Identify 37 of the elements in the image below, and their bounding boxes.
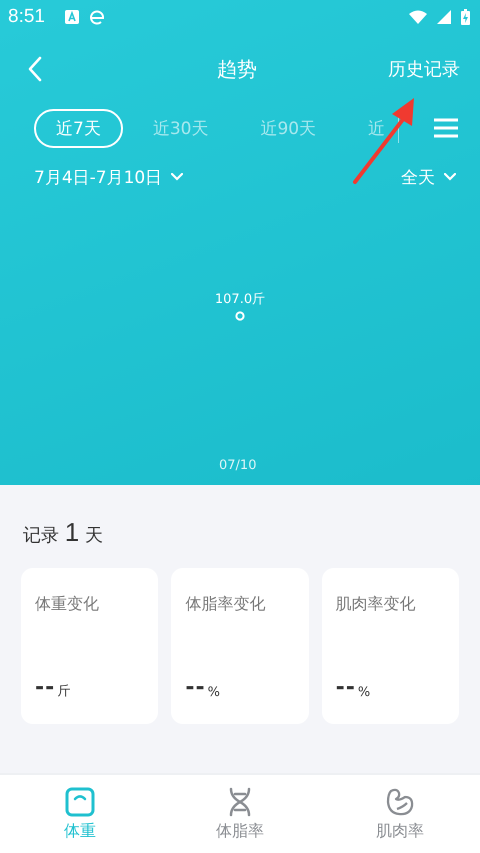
signal-icon	[437, 10, 451, 24]
app-notification-icon	[64, 10, 79, 24]
unit-label: %	[208, 685, 220, 700]
card-title: 体脂率变化	[185, 594, 266, 615]
record-summary: 记录 1 天	[23, 517, 104, 548]
data-label: 107.0斤	[214, 291, 266, 308]
nav-tab[interactable]: 肌肉率	[320, 775, 480, 853]
nav-tab[interactable]: 体脂率	[160, 775, 320, 853]
range-tab[interactable]: 近90天	[238, 108, 338, 148]
axis-label: 07/10	[219, 458, 256, 473]
back-button[interactable]	[28, 56, 42, 82]
range-tab[interactable]: 近7天	[34, 108, 123, 148]
status-time: 8:51	[8, 6, 45, 28]
scale-icon	[65, 786, 95, 816]
browser-notification-icon	[88, 9, 105, 25]
muscle-arm-icon	[385, 786, 415, 816]
battery-icon	[461, 9, 470, 25]
back-icon	[28, 56, 42, 82]
history-link[interactable]: 历史记录	[388, 57, 460, 81]
unit-label: %	[358, 685, 370, 700]
unit-label: 斤	[57, 683, 70, 700]
menu-icon[interactable]	[434, 118, 458, 138]
caret-icon	[444, 173, 456, 181]
data-point-icon	[235, 311, 245, 321]
page-title: 趋势	[217, 56, 257, 82]
date-range-dropdown[interactable]: 7月4日-7月10日	[34, 166, 184, 188]
range-tab[interactable]: 近	[346, 108, 398, 148]
stat-value: --	[35, 675, 56, 700]
stat-value: --	[185, 675, 206, 700]
card-title: 体重变化	[35, 594, 100, 615]
stat-value: --	[336, 675, 356, 700]
card-title: 肌肉率变化	[336, 594, 417, 615]
wifi-icon	[409, 10, 427, 24]
caret-icon	[171, 173, 184, 181]
nav-tab[interactable]: 体重	[0, 775, 160, 853]
range-tab[interactable]: 近30天	[130, 108, 230, 148]
time-of-day-dropdown[interactable]: 全天	[401, 166, 456, 188]
